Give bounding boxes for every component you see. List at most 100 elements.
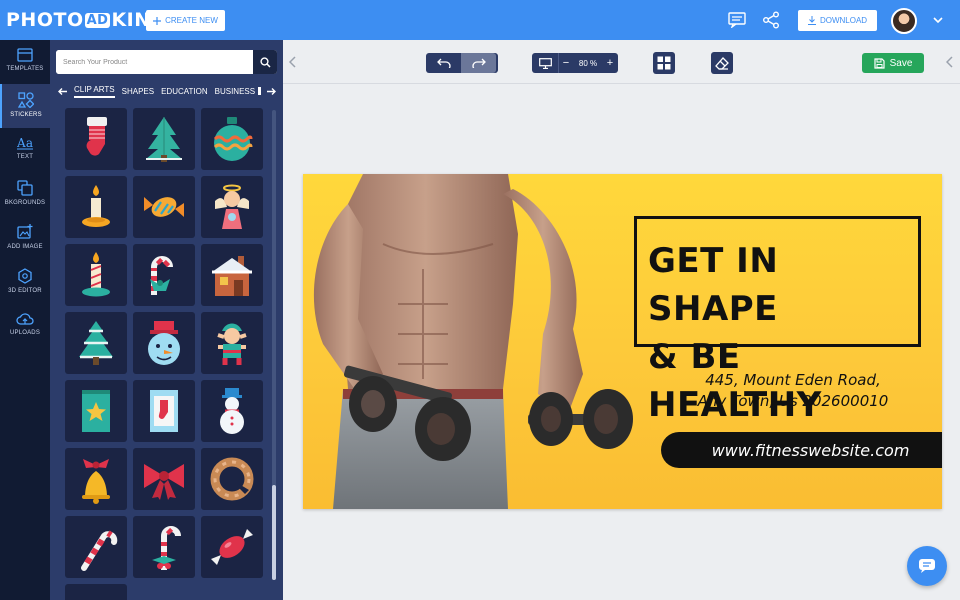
sticker-wreath[interactable] [201, 448, 263, 510]
sticker-candy-cane-ribbon[interactable] [133, 244, 195, 306]
elf-icon [217, 323, 247, 365]
search-button[interactable] [253, 50, 277, 74]
comment-icon[interactable] [727, 10, 747, 30]
eraser-button[interactable] [711, 52, 733, 74]
card-star-icon [82, 390, 110, 432]
candle-icon [82, 185, 110, 227]
top-bar: PHOTO AD KING CREATE NEW DOWNLOAD [0, 0, 960, 40]
search-input[interactable] [56, 50, 252, 74]
present-icon [538, 57, 552, 69]
present-button[interactable] [532, 53, 559, 73]
sticker-card-stocking[interactable] [133, 380, 195, 442]
sticker-candy-wrapped[interactable] [201, 516, 263, 578]
wreath-icon [210, 457, 254, 501]
nav-stickers[interactable]: STICKERS [0, 84, 50, 128]
sticker-christmas-tree[interactable] [133, 108, 195, 170]
undo-icon [436, 58, 451, 68]
ornament-icon [213, 117, 253, 161]
nav-3d-editor[interactable]: 3D EDITOR [0, 260, 50, 304]
sticker-snowman[interactable] [201, 380, 263, 442]
nav-label: ADD IMAGE [7, 244, 43, 250]
panel-scroll-thumb[interactable] [272, 485, 276, 580]
svg-text:Aa: Aa [17, 136, 33, 150]
download-icon [807, 16, 816, 25]
avatar[interactable] [891, 8, 917, 34]
tab-clip-arts[interactable]: CLIP ARTS [74, 85, 115, 98]
save-button[interactable]: Save [862, 53, 924, 73]
eraser-icon [715, 56, 729, 70]
redo-icon [471, 58, 486, 68]
arrow-left-icon[interactable] [56, 87, 70, 96]
candy-wrapped-icon [211, 529, 253, 565]
download-button[interactable]: DOWNLOAD [798, 10, 877, 31]
nav-label: 3D EDITOR [8, 288, 42, 294]
share-icon[interactable] [761, 10, 781, 30]
chat-icon [919, 559, 935, 573]
url-banner[interactable]: www.fitnesswebsite.com [661, 432, 942, 468]
zoom-control: − 80 % + [532, 53, 618, 73]
website-url[interactable]: www.fitnesswebsite.com [694, 441, 910, 460]
sticker-bow[interactable] [133, 448, 195, 510]
sticker-angel[interactable] [201, 176, 263, 238]
collapse-left-icon[interactable] [287, 55, 299, 69]
sticker-snowy-house[interactable] [201, 244, 263, 306]
arrow-right-icon[interactable] [264, 87, 278, 96]
sticker-candy[interactable] [133, 176, 195, 238]
logo[interactable]: PHOTO AD KING [6, 9, 167, 31]
sticker-ornament[interactable] [201, 108, 263, 170]
nav-text[interactable]: Aa TEXT [0, 128, 50, 172]
sticker-elf[interactable] [201, 312, 263, 374]
candy-cane-holly-icon [152, 526, 181, 570]
nav-label: TEMPLATES [6, 66, 44, 72]
nav-uploads[interactable]: UPLOADS [0, 304, 50, 348]
candle-2-icon [82, 252, 110, 297]
nav-templates[interactable]: TEMPLATES [0, 40, 50, 84]
sticker-snowy-tree[interactable] [65, 312, 127, 374]
address-line-1[interactable]: 445, Mount Eden Road, [673, 370, 913, 391]
left-nav: TEMPLATES STICKERS Aa TEXT BKGROUNDS ADD… [0, 40, 50, 600]
sticker-candle-2[interactable] [65, 244, 127, 306]
headline-line-1[interactable]: GET IN SHAPE [648, 237, 918, 333]
sticker-candy-cane-holly[interactable] [133, 516, 195, 578]
collapse-right-icon[interactable] [944, 55, 956, 69]
grid-layout-button[interactable] [653, 52, 675, 74]
nav-backgrounds[interactable]: BKGROUNDS [0, 172, 50, 216]
zoom-value: 80 % [578, 58, 598, 68]
angel-icon [215, 184, 249, 229]
sticker-card-star[interactable] [65, 380, 127, 442]
athlete-photo[interactable] [303, 174, 643, 509]
nav-add-image[interactable]: ADD IMAGE [0, 216, 50, 260]
candy-cane-icon [81, 530, 118, 571]
stickers-icon [18, 92, 34, 108]
create-new-button[interactable]: CREATE NEW [146, 10, 225, 31]
chevron-down-icon[interactable] [932, 13, 944, 31]
tab-shapes[interactable]: SHAPES [122, 87, 154, 96]
candy-icon [144, 197, 184, 217]
grid-icon [657, 56, 671, 70]
search-bar [56, 50, 277, 74]
sticker-bell-ribbon[interactable] [65, 448, 127, 510]
sticker-stocking[interactable] [65, 108, 127, 170]
address-line-2[interactable]: Any Town, Us 202600010 [673, 391, 913, 412]
headline-frame[interactable]: GET IN SHAPE & BE HEALTHY [634, 216, 921, 425]
chat-button[interactable] [907, 546, 947, 586]
zoom-out-button[interactable]: − [559, 57, 573, 69]
sticker-partial[interactable] [65, 584, 127, 600]
nav-label: TEXT [16, 154, 34, 160]
sticker-snowman-face[interactable] [133, 312, 195, 374]
undo-button[interactable] [426, 53, 461, 73]
tab-education[interactable]: EDUCATION [161, 87, 208, 96]
zoom-in-button[interactable]: + [603, 57, 617, 69]
address-text[interactable]: 445, Mount Eden Road, Any Town, Us 20260… [673, 370, 913, 412]
candy-cane-ribbon-icon [150, 256, 173, 295]
redo-button[interactable] [461, 53, 496, 73]
text-icon: Aa [17, 136, 33, 150]
sticker-candle[interactable] [65, 176, 127, 238]
sticker-candy-cane[interactable] [65, 516, 127, 578]
tab-overflow [258, 87, 262, 95]
design-canvas[interactable]: GET IN SHAPE & BE HEALTHY 445, Mount Ede… [303, 174, 942, 509]
tab-business[interactable]: BUSINESS [215, 87, 255, 96]
plus-icon [153, 16, 162, 25]
save-label: Save [889, 57, 913, 69]
undo-redo-group [426, 53, 498, 73]
